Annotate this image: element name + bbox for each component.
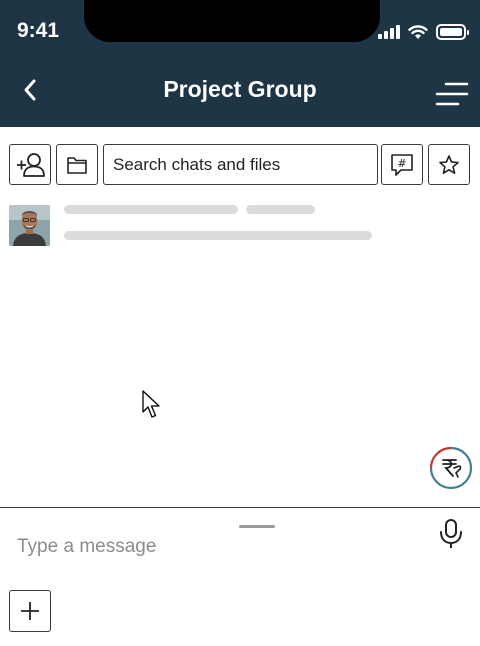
channels-button[interactable]: # (381, 144, 423, 185)
hashtag-chat-icon: # (391, 153, 413, 176)
message-composer (0, 507, 480, 646)
plus-icon (21, 602, 39, 620)
status-time: 9:41 (17, 19, 60, 42)
star-icon (439, 154, 459, 174)
svg-text:#: # (397, 157, 406, 170)
name-skeleton (64, 205, 238, 214)
add-user-icon (17, 152, 45, 177)
avatar (9, 205, 50, 246)
message-input[interactable] (17, 534, 417, 560)
wifi-icon (408, 24, 428, 39)
files-button[interactable] (56, 144, 98, 185)
back-button[interactable] (14, 74, 46, 106)
app-header: 9:41 Project Group (0, 0, 480, 127)
add-member-button[interactable] (9, 144, 51, 185)
attach-button[interactable] (9, 590, 51, 632)
drag-handle[interactable] (239, 525, 275, 528)
menu-lines-icon (435, 82, 469, 106)
status-icons (378, 22, 469, 42)
cellular-signal-icon (378, 25, 400, 39)
mouse-pointer-icon (142, 390, 160, 418)
microphone-icon (440, 519, 462, 548)
chat-list-item[interactable] (9, 205, 471, 247)
page-title: Project Group (163, 76, 317, 102)
time-skeleton (246, 205, 315, 214)
rupee-hand-icon (429, 446, 473, 490)
voice-message-button[interactable] (437, 518, 465, 550)
battery-icon (436, 24, 469, 40)
chat-toolbar: # (9, 144, 471, 186)
favorites-button[interactable] (428, 144, 470, 185)
device-notch (84, 0, 380, 42)
search-input[interactable] (103, 144, 378, 185)
menu-button[interactable] (434, 76, 470, 112)
preview-skeleton (64, 231, 372, 240)
chevron-left-icon (24, 79, 36, 101)
payment-fab-button[interactable] (429, 446, 473, 490)
folder-icon (67, 156, 87, 174)
